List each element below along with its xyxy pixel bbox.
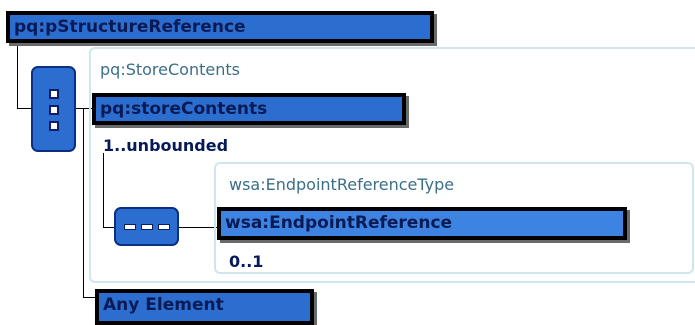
store-contents-type-label: pq:StoreContents xyxy=(100,60,240,79)
sequence-dot-icon xyxy=(49,89,59,99)
connector-line xyxy=(17,42,18,109)
sequence-compositor-horizontal[interactable] xyxy=(114,207,179,246)
store-contents-occurrence: 1..unbounded xyxy=(103,136,229,155)
connector-line xyxy=(83,108,84,298)
endpoint-element-label: wsa:EndpointReference xyxy=(225,213,453,233)
sequence-dash-icon xyxy=(141,224,153,230)
any-element-label: Any Element xyxy=(103,295,224,315)
connector-line xyxy=(17,108,31,109)
sequence-dash-icon xyxy=(158,224,170,230)
store-contents-element-label: pq:storeContents xyxy=(100,99,268,119)
sequence-dash-icon xyxy=(124,224,136,230)
root-element-label: pq:pStructureReference xyxy=(14,17,246,37)
sequence-dot-icon xyxy=(49,105,59,115)
endpoint-occurrence: 0..1 xyxy=(229,252,264,271)
endpoint-element-box[interactable]: wsa:EndpointReference xyxy=(217,207,627,240)
sequence-dot-icon xyxy=(49,121,59,131)
root-element-box[interactable]: pq:pStructureReference xyxy=(6,11,434,43)
store-contents-element-box[interactable]: pq:storeContents xyxy=(92,93,406,125)
connector-line xyxy=(83,297,95,298)
endpoint-type-label: wsa:EndpointReferenceType xyxy=(229,175,455,194)
sequence-compositor[interactable] xyxy=(31,66,76,152)
